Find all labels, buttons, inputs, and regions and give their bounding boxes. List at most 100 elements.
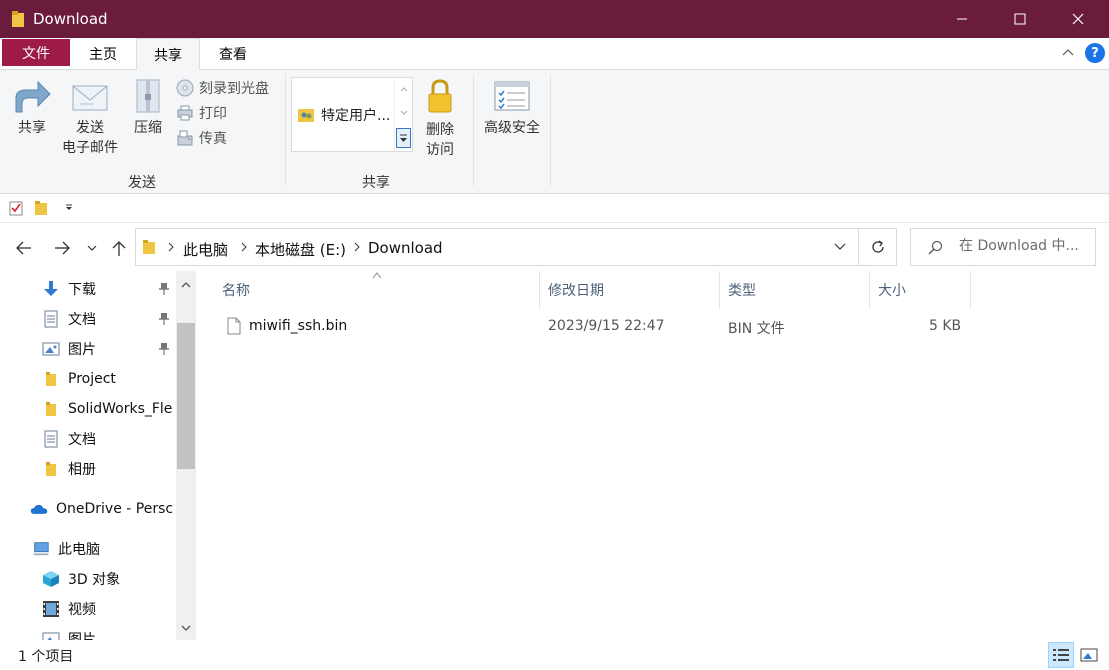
breadcrumb-chevron-right-icon[interactable] [240,242,248,252]
column-header-type[interactable]: 类型 [720,271,870,309]
remove-access-line2: 访问 [426,142,454,158]
scroll-down-chevron-icon[interactable] [180,622,192,634]
search-icon [928,240,943,255]
close-button[interactable] [1048,0,1108,38]
search-input[interactable] [959,238,1093,254]
help-icon: ? [1091,45,1099,61]
scrollbar-thumb[interactable] [177,323,195,469]
pin-icon[interactable] [158,282,170,296]
fax-button[interactable]: 传真 [176,127,227,149]
tab-view[interactable]: 查看 [202,38,264,70]
pictures-icon [42,340,60,358]
refresh-button[interactable] [859,228,897,266]
navigation-pane-scrollbar[interactable] [176,271,196,640]
maximize-button[interactable] [990,0,1050,38]
nav-item-documents[interactable]: 文档 [42,304,96,334]
nav-item-solidworks[interactable]: SolidWorks_Fle [42,394,172,424]
address-bar[interactable]: 此电脑 本地磁盘 (E:) Download [135,228,859,266]
lock-icon [428,79,452,113]
minimize-button[interactable] [932,0,992,38]
breadcrumb-this-pc[interactable]: 此电脑 [183,239,228,260]
refresh-icon [871,240,884,253]
nav-item-videos[interactable]: 视频 [42,594,96,624]
computer-icon [32,540,50,558]
properties-check-icon[interactable] [9,200,23,216]
nav-item-onedrive[interactable]: OneDrive - Persc [30,494,173,524]
share-button[interactable]: 共享 [10,78,54,138]
up-arrow-icon[interactable] [110,239,128,257]
breadcrumb-local-disk[interactable]: 本地磁盘 (E:) [255,239,346,260]
file-name: miwifi_ssh.bin [249,318,348,334]
forward-arrow-icon[interactable] [53,239,71,257]
advanced-security-button[interactable]: 高级安全 [478,78,546,138]
collapse-ribbon-chevron-up-icon[interactable] [1060,44,1076,60]
minimize-icon [957,18,967,20]
nav-item-documents-2[interactable]: 文档 [42,424,96,454]
folder-icon [42,370,60,388]
folder-icon [42,460,60,478]
chevron-down-icon[interactable] [399,108,409,118]
file-list: 名称 修改日期 类型 大小 miwifi_ssh.bin 2023/9/15 2… [196,271,1109,640]
breadcrumb-chevron-right-icon[interactable] [167,242,175,252]
sort-ascending-chevron-up-icon [372,272,382,279]
nav-item-this-pc[interactable]: 此电脑 [32,534,100,564]
breadcrumb-download[interactable]: Download [368,239,443,257]
pin-icon[interactable] [158,342,170,356]
column-header-size[interactable]: 大小 [870,271,971,309]
help-button[interactable]: ? [1085,43,1105,63]
pin-icon[interactable] [158,312,170,326]
expand-more-icon [400,134,407,142]
breadcrumb-chevron-right-icon[interactable] [353,242,361,252]
chevron-up-icon[interactable] [399,84,409,94]
status-bar: 1 个项目 [0,640,1109,670]
nav-item-label: 文档 [68,432,96,448]
remove-access-button[interactable]: 删除 访问 [418,78,462,160]
fax-label: 传真 [199,131,227,147]
nav-item-3d-objects[interactable]: 3D 对象 [42,564,120,594]
folder-icon [42,400,60,418]
search-box[interactable] [910,228,1096,266]
nav-item-project[interactable]: Project [42,364,116,394]
nav-item-pictures[interactable]: 图片 [42,334,96,364]
nav-item-label: 文档 [68,312,96,328]
nav-item-album[interactable]: 相册 [42,454,96,484]
column-header-modified[interactable]: 修改日期 [540,271,720,309]
scroll-up-chevron-icon[interactable] [180,279,192,291]
recent-locations-chevron-down-icon[interactable] [86,239,98,257]
tab-share[interactable]: 共享 [136,38,200,71]
group-divider [285,74,286,186]
customize-toolbar-dropdown-icon[interactable] [64,202,74,212]
send-group-label: 发送 [128,175,156,191]
large-icons-view-button[interactable] [1076,642,1102,668]
tab-home[interactable]: 主页 [72,38,134,70]
pictures-icon [42,630,60,640]
details-view-icon [1053,649,1069,661]
item-count: 1 个项目 [18,649,74,665]
nav-item-pictures-2[interactable]: 图片 [42,624,96,640]
share-with-gallery[interactable]: 特定用户... [291,77,413,152]
print-button[interactable]: 打印 [176,102,227,124]
nav-item-downloads[interactable]: 下载 [42,274,96,304]
document-icon [42,310,60,328]
email-button[interactable]: 发送 电子邮件 [58,78,122,158]
gallery-more-button[interactable] [396,128,411,148]
ribbon-share-panel: 共享 发送 电子邮件 压缩 刻录到光盘 打印 传真 发送 特定用户... 删除 … [0,70,1109,194]
burn-disc-button[interactable]: 刻录到光盘 [176,77,269,99]
specific-people-item[interactable]: 特定用户... [297,105,390,125]
folder-icon [143,240,155,254]
back-arrow-icon[interactable] [15,239,33,257]
group-divider [473,74,474,186]
document-icon [42,430,60,448]
file-size: 5 KB [929,318,962,334]
title-bar: Download [0,0,1109,38]
remove-access-line1: 删除 [426,122,454,138]
zip-button[interactable]: 压缩 [128,78,168,138]
print-label: 打印 [199,106,227,122]
gallery-scroller [394,78,412,151]
new-folder-icon[interactable] [34,200,48,216]
address-history-chevron-down-icon[interactable] [834,242,846,252]
tab-file[interactable]: 文件 [2,39,70,66]
navigation-bar: 此电脑 本地磁盘 (E:) Download [0,223,1109,271]
details-view-button[interactable] [1048,642,1074,668]
table-row[interactable]: miwifi_ssh.bin 2023/9/15 22:47 BIN 文件 5 … [220,313,970,341]
